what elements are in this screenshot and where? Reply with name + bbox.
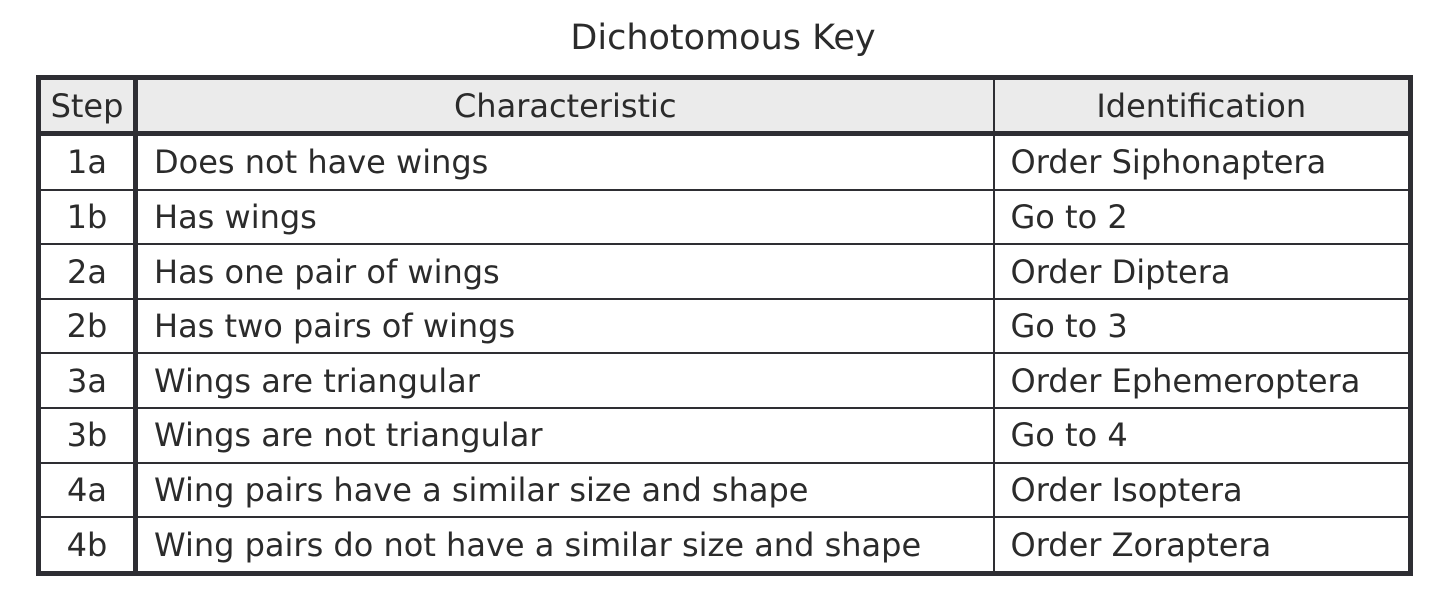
cell-identification: Order Diptera: [992, 243, 1412, 300]
table-row: 1a Does not have wings Order Siphonapter…: [37, 132, 1412, 191]
cell-characteristic: Wings are not triangular: [134, 407, 995, 464]
cell-identification: Order Zoraptera: [992, 516, 1412, 575]
cell-step: 4b: [37, 516, 138, 575]
cell-step: 1a: [37, 132, 138, 191]
cell-identification: Order Ephemeroptera: [992, 352, 1412, 410]
table-row: 1b Has wings Go to 2: [37, 188, 1412, 246]
cell-characteristic: Wing pairs have a similar size and shape: [134, 461, 995, 519]
table-row: 3a Wings are triangular Order Ephemeropt…: [37, 352, 1412, 410]
cell-step: 4a: [37, 461, 138, 519]
cell-characteristic: Wing pairs do not have a similar size an…: [134, 516, 995, 575]
cell-step: 1b: [37, 188, 138, 246]
cell-step: 2b: [37, 297, 138, 355]
cell-characteristic: Wings are triangular: [134, 352, 995, 410]
cell-characteristic: Has two pairs of wings: [134, 297, 995, 355]
cell-identification: Order Isoptera: [992, 461, 1412, 519]
header-identification: Identification: [992, 76, 1412, 136]
table-row: 3b Wings are not triangular Go to 4: [37, 407, 1412, 464]
table-row: 2a Has one pair of wings Order Diptera: [37, 243, 1412, 300]
header-characteristic: Characteristic: [134, 76, 995, 136]
cell-characteristic: Has wings: [134, 188, 995, 246]
table-row: 4a Wing pairs have a similar size and sh…: [37, 461, 1412, 519]
header-step: Step: [37, 76, 138, 136]
dichotomous-key-table: Step Characteristic Identification 1a Do…: [36, 75, 1413, 576]
cell-identification: Go to 4: [992, 407, 1412, 464]
cell-identification: Go to 3: [992, 297, 1412, 355]
cell-step: 2a: [37, 243, 138, 300]
cell-identification: Order Siphonaptera: [992, 132, 1412, 191]
page-title: Dichotomous Key: [570, 18, 876, 58]
cell-step: 3b: [37, 407, 138, 464]
table-header-row: Step Characteristic Identification: [37, 76, 1412, 136]
table-row: 4b Wing pairs do not have a similar size…: [37, 516, 1412, 575]
cell-identification: Go to 2: [992, 188, 1412, 246]
table-row: 2b Has two pairs of wings Go to 3: [37, 297, 1412, 355]
cell-step: 3a: [37, 352, 138, 410]
cell-characteristic: Has one pair of wings: [134, 243, 995, 300]
cell-characteristic: Does not have wings: [134, 132, 995, 191]
